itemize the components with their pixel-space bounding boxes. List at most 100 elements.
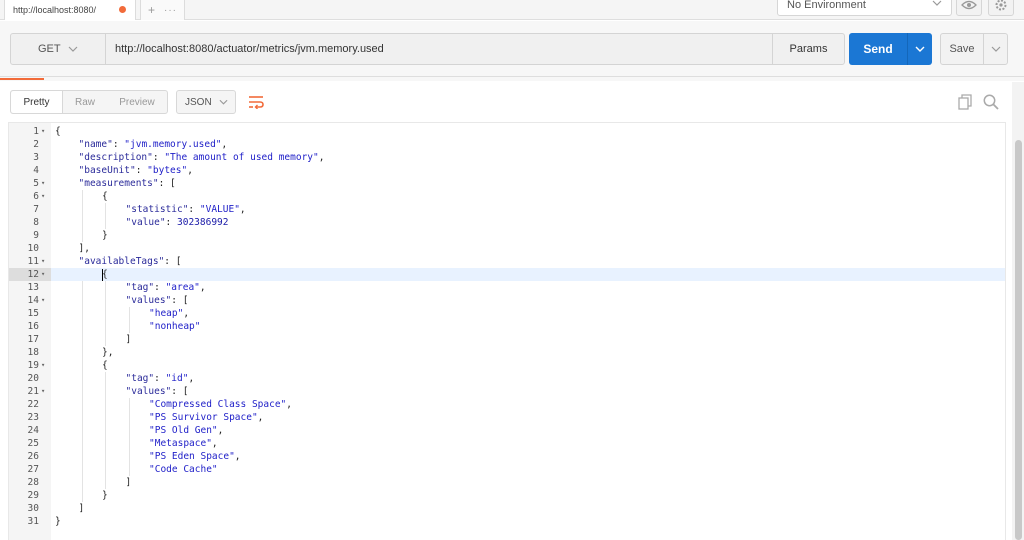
line-number: 2 [9,138,51,151]
json-punctuation: { [55,126,61,137]
line-number-text: 6 [33,191,39,202]
fold-toggle-icon[interactable]: ▾ [41,177,45,190]
code-line: "availableTags": [ [79,255,182,268]
line-number-text: 4 [33,165,39,176]
code-line: "values": [ [126,294,189,307]
save-button[interactable]: Save [940,33,1008,65]
line-number-text: 18 [27,347,39,358]
line-number: 30 [9,502,51,515]
fold-toggle-icon[interactable]: ▾ [41,125,45,138]
indent-guide [105,372,106,489]
scrollbar-thumb[interactable] [1015,140,1022,540]
line-number: 6 ▾ [9,190,51,203]
json-punctuation: { [102,360,108,371]
json-string: "area" [165,282,200,293]
request-tab[interactable]: http://localhost:8080/ [4,0,136,20]
url-input[interactable]: http://localhost:8080/actuator/metrics/j… [115,34,384,64]
view-tab-preview[interactable]: Preview [107,91,167,113]
line-number-text: 16 [27,321,39,332]
eye-icon [961,0,977,10]
json-string: "Metaspace" [149,438,212,449]
indent-guide [105,281,106,346]
code-line: "statistic": "VALUE", [126,203,246,216]
params-button[interactable]: Params [772,34,844,64]
chevron-down-icon [932,0,942,6]
send-button[interactable]: Send [849,33,932,65]
json-string: "PS Eden Space" [149,451,235,462]
search-icon[interactable] [982,93,1000,111]
line-number: 24 [9,424,51,437]
send-options-button[interactable] [907,33,932,65]
format-select[interactable]: JSON [176,90,236,114]
line-number: 23 [9,411,51,424]
code-line: "measurements": [ [79,177,176,190]
wrap-lines-button[interactable] [244,91,268,113]
copy-icon[interactable] [956,93,974,111]
line-number-text: 22 [27,399,39,410]
line-number: 8 [9,216,51,229]
fold-toggle-icon[interactable]: ▾ [41,190,45,203]
code-line: "heap", [149,307,189,320]
save-options-button[interactable] [983,34,1008,64]
active-line-highlight [51,268,1005,281]
json-punctuation: ] [125,477,132,488]
code-line: { [102,190,108,203]
json-punctuation: ] [125,334,132,345]
unsaved-dot-icon[interactable] [119,6,126,13]
view-tab-pretty[interactable]: Pretty [11,91,63,113]
json-punctuation: : [154,373,166,384]
line-number: 14 ▾ [9,294,51,307]
json-punctuation: , [217,425,224,436]
json-key: "statistic" [125,204,189,215]
line-number: 27 [9,463,51,476]
line-number: 25 [9,437,51,450]
code-line: ] [126,333,132,346]
line-number: 17 [9,333,51,346]
json-string: "The amount of used memory" [164,152,319,163]
more-icon[interactable]: ··· [164,5,177,16]
view-tab-raw[interactable]: Raw [63,91,107,113]
line-number: 19 ▾ [9,359,51,372]
response-toolbar: Pretty Raw Preview JSON [0,82,1024,122]
plus-icon[interactable]: + [148,3,155,17]
method-select[interactable]: GET [11,34,106,64]
fold-toggle-icon[interactable]: ▾ [41,255,45,268]
line-number-text: 5 [33,178,39,189]
line-number: 18 [9,346,51,359]
manage-environments-button[interactable] [988,0,1014,16]
json-punctuation: ], [78,243,90,254]
line-number-text: 15 [27,308,39,319]
fold-toggle-icon[interactable]: ▾ [41,268,45,281]
json-key: "description" [78,152,153,163]
line-number: 11 ▾ [9,255,51,268]
code-line: "name": "jvm.memory.used", [79,138,228,151]
line-number-text: 13 [27,282,39,293]
json-punctuation: , [257,412,264,423]
line-number: 5 ▾ [9,177,51,190]
line-number-text: 21 [27,386,39,397]
json-punctuation: { [102,191,108,202]
line-number: 10 [9,242,51,255]
line-number-text: 28 [27,477,39,488]
request-url-box: GET http://localhost:8080/actuator/metri… [10,33,845,65]
fold-toggle-icon[interactable]: ▾ [41,385,45,398]
json-punctuation: , [183,308,190,319]
line-number: 20 [9,372,51,385]
fold-toggle-icon[interactable]: ▾ [41,359,45,372]
environment-select[interactable]: No Environment [777,0,952,16]
json-punctuation: , [234,451,241,462]
response-body-editor[interactable]: 1 ▾ 2 3 4 5 ▾ 6 ▾ 7 8 9 10 11 ▾ 12 ▾ 13 14 ▾ 15 16 17 18 19 ▾ 20 21… [8,122,1006,540]
json-key: "values" [125,295,172,306]
code-line: ] [79,502,85,515]
fold-toggle-icon[interactable]: ▾ [41,294,45,307]
code-line: "tag": "area", [126,281,206,294]
json-key: "baseUnit" [78,165,136,176]
chevron-down-icon [68,46,78,52]
line-number-gutter: 1 ▾ 2 3 4 5 ▾ 6 ▾ 7 8 9 10 11 ▾ 12 ▾ 13 14 ▾ 15 16 17 18 19 ▾ 20 21… [9,123,51,540]
environment-quick-look-button[interactable] [956,0,982,16]
json-punctuation: : [ [158,178,176,189]
section-divider [0,76,1024,77]
json-string: "bytes" [147,165,188,176]
json-punctuation: ] [78,503,85,514]
code-line: "nonheap" [149,320,200,333]
